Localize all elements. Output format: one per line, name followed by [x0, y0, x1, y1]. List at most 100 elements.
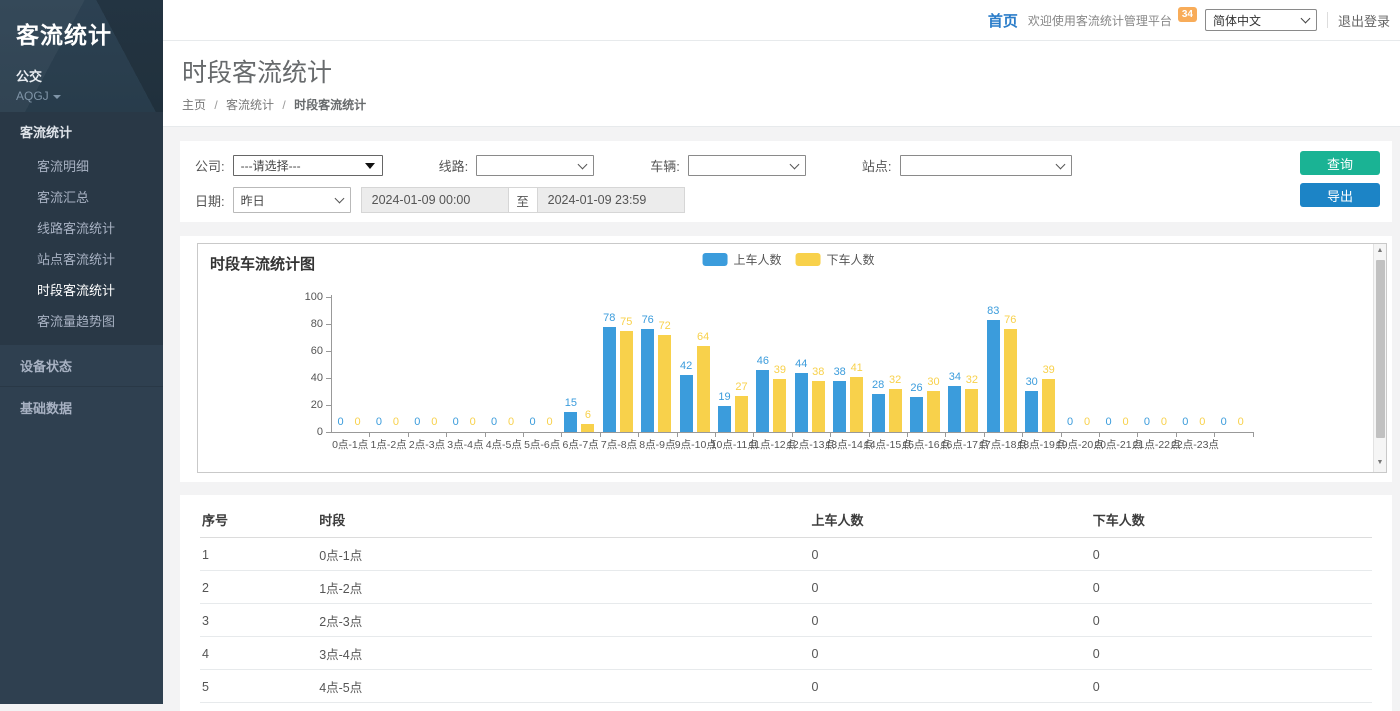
language-select[interactable]: 简体中文 [1205, 9, 1317, 31]
chevron-down-icon [578, 159, 588, 169]
sidebar-subitem[interactable]: 线路客流统计 [0, 212, 163, 243]
table-cell: 0 [1091, 571, 1372, 604]
bar [795, 373, 808, 432]
sidebar-subitem[interactable]: 客流量趋势图 [0, 305, 163, 336]
station-select[interactable] [900, 155, 1072, 176]
table-cell: 1点-2点 [317, 571, 809, 604]
table-header-row: 序号时段上车人数下车人数 [200, 501, 1372, 538]
table-cell: 4点-5点 [317, 670, 809, 703]
scrollbar-thumb[interactable] [1376, 260, 1385, 438]
table-cell: 4 [200, 637, 317, 670]
x-axis-label: 22点-23点 [1169, 437, 1221, 452]
date-label: 日期: [195, 191, 225, 210]
table-cell: 5 [200, 670, 317, 703]
chevron-down-icon [1055, 159, 1065, 169]
sidebar-item-passenger-stats[interactable]: 客流统计 [0, 112, 163, 150]
app-logo: 客流统计 [16, 16, 163, 50]
table-header-cell: 时段 [317, 501, 809, 538]
table-header-cell: 序号 [200, 501, 317, 538]
bar-value-label: 27 [727, 381, 757, 393]
chevron-down-icon [1301, 14, 1311, 24]
query-button[interactable]: 查询 [1300, 151, 1380, 175]
bar [603, 327, 616, 432]
table-row: 54点-5点00 [200, 670, 1372, 703]
scroll-up-arrow-icon[interactable]: ▲ [1374, 244, 1386, 258]
chart-panel: 时段车流统计图 上车人数下车人数 0204060801000点-1点001点-2… [180, 236, 1392, 482]
bar [680, 375, 693, 432]
sidebar-item-base-data[interactable]: 基础数据 [0, 386, 163, 428]
vehicle-select[interactable] [688, 155, 806, 176]
y-axis-tick [326, 324, 331, 325]
table-cell: 3点-4点 [317, 637, 809, 670]
bar [850, 377, 863, 432]
sidebar-subitem[interactable]: 站点客流统计 [0, 243, 163, 274]
breadcrumb-home[interactable]: 主页 [182, 98, 206, 112]
bar [927, 391, 940, 432]
dropdown-arrow-icon [365, 163, 375, 169]
bar-value-label: 0 [535, 416, 565, 428]
y-axis-tick [326, 378, 331, 379]
bar [1025, 391, 1038, 432]
table-cell: 0 [809, 538, 1090, 571]
breadcrumb-current: 时段客流统计 [294, 98, 366, 112]
bar [889, 389, 902, 432]
y-axis-tick [326, 432, 331, 433]
y-axis-tick-label: 100 [281, 291, 323, 303]
bar [1004, 329, 1017, 432]
date-preset-value: 昨日 [241, 192, 265, 209]
company-value: ---请选择--- [241, 157, 301, 174]
table-cell: 0 [1091, 604, 1372, 637]
vehicle-label: 车辆: [650, 156, 680, 175]
main-area: 首页 欢迎使用客流统计管理平台 34 简体中文 退出登录 时段客流统计 主页 /… [163, 0, 1400, 704]
x-axis-tick [1253, 433, 1254, 437]
bar-value-label: 6 [573, 409, 603, 421]
home-link[interactable]: 首页 [988, 10, 1018, 31]
filter-panel: 公司: ---请选择--- 线路: 车辆: 站点: 日期: [180, 141, 1392, 222]
table-row: 32点-3点00 [200, 604, 1372, 637]
bar [697, 346, 710, 432]
date-from-input[interactable]: 2024-01-09 00:00 [361, 187, 509, 213]
table-cell: 0 [809, 571, 1090, 604]
y-axis-tick-label: 0 [281, 426, 323, 438]
chart-vertical-scrollbar[interactable]: ▲ ▼ [1373, 244, 1386, 472]
bar [872, 394, 885, 432]
chevron-down-icon [789, 159, 799, 169]
y-axis-tick-label: 80 [281, 318, 323, 330]
date-to-separator: 至 [509, 187, 537, 213]
sidebar-subitem[interactable]: 客流汇总 [0, 181, 163, 212]
notification-badge[interactable]: 34 [1178, 7, 1197, 22]
table-panel: 序号时段上车人数下车人数 10点-1点0021点-2点0032点-3点0043点… [180, 495, 1392, 711]
sidebar-subitem[interactable]: 时段客流统计 [0, 274, 163, 305]
date-preset-select[interactable]: 昨日 [233, 187, 351, 213]
user-name: AQGJ [16, 89, 49, 103]
sidebar-item-device-status[interactable]: 设备状态 [0, 344, 163, 386]
bar-value-label: 15 [556, 397, 586, 409]
bar-chart: 0204060801000点-1点001点-2点002点-3点003点-4点00… [198, 244, 1372, 472]
breadcrumb-separator: / [282, 98, 285, 112]
bar [620, 331, 633, 432]
company-select[interactable]: ---请选择--- [233, 155, 383, 176]
user-menu[interactable]: AQGJ [16, 89, 163, 103]
company-label: 公司: [195, 156, 225, 175]
logout-link[interactable]: 退出登录 [1338, 11, 1390, 30]
y-axis-tick [326, 297, 331, 298]
divider [1327, 12, 1328, 28]
breadcrumb-passenger-stats[interactable]: 客流统计 [226, 98, 274, 112]
page-heading: 时段客流统计 主页 / 客流统计 / 时段客流统计 [163, 41, 1400, 127]
date-to-input[interactable]: 2024-01-09 23:59 [537, 187, 685, 213]
sidebar: 客流统计 公交 AQGJ 客流统计 客流明细客流汇总线路客流统计站点客流统计时段… [0, 0, 163, 704]
page-title: 时段客流统计 [182, 53, 1400, 89]
table-row: 43点-4点00 [200, 637, 1372, 670]
bar [812, 381, 825, 432]
breadcrumb: 主页 / 客流统计 / 时段客流统计 [182, 96, 1400, 113]
bar-value-label: 72 [650, 320, 680, 332]
export-button[interactable]: 导出 [1300, 183, 1380, 207]
line-select[interactable] [476, 155, 594, 176]
bar [965, 389, 978, 432]
y-axis-tick [326, 351, 331, 352]
table-cell: 2点-3点 [317, 604, 809, 637]
bar [773, 379, 786, 432]
scroll-down-arrow-icon[interactable]: ▼ [1374, 456, 1386, 470]
bar-value-label: 41 [842, 362, 872, 374]
sidebar-subitem[interactable]: 客流明细 [0, 150, 163, 181]
